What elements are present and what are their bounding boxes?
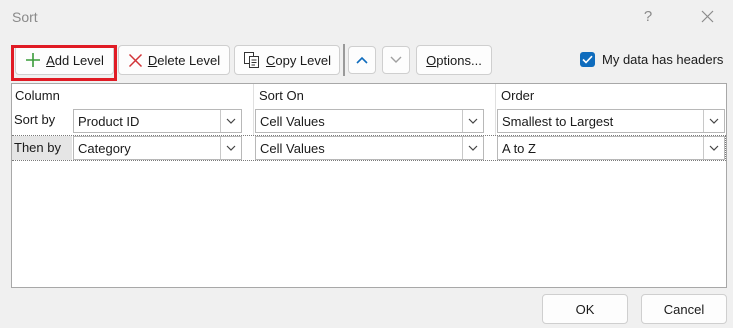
order-select[interactable]: Smallest to Largest — [497, 109, 725, 133]
sort-on-select-value: Cell Values — [260, 113, 325, 129]
chevron-down-icon — [390, 56, 402, 63]
chevron-up-icon — [356, 56, 368, 64]
column-header: Column — [15, 88, 60, 103]
copy-level-button[interactable]: Copy Level — [234, 45, 340, 75]
sort-on-select[interactable]: Cell Values — [255, 109, 484, 133]
copy-icon — [243, 51, 261, 69]
cancel-button[interactable]: Cancel — [641, 294, 727, 324]
delete-level-label: Delete Level — [147, 52, 221, 68]
help-button[interactable]: ? — [636, 6, 660, 28]
column-divider — [253, 84, 254, 136]
sort-level-label: Then by — [12, 136, 72, 160]
options-button[interactable]: Options... — [416, 45, 492, 75]
copy-level-label: Copy Level — [265, 52, 332, 68]
checkmark-icon — [582, 55, 593, 64]
order-select-value: A to Z — [502, 140, 536, 156]
headers-checkbox[interactable] — [580, 52, 595, 67]
dialog-title: Sort — [12, 9, 38, 25]
chevron-down-icon — [462, 110, 483, 132]
chevron-down-icon — [462, 137, 483, 159]
order-header: Order — [501, 88, 535, 103]
sort-level-label: Sort by — [14, 112, 56, 127]
chevron-down-icon — [703, 137, 724, 159]
options-label: Options... — [426, 52, 482, 68]
order-select-value: Smallest to Largest — [502, 113, 614, 129]
add-level-highlight — [11, 45, 117, 81]
cancel-label: Cancel — [663, 301, 705, 317]
sort-on-select-value: Cell Values — [260, 140, 325, 156]
sort-on-header: Sort On — [259, 88, 304, 103]
sort-on-select[interactable]: Cell Values — [255, 136, 484, 160]
headers-checkbox-label[interactable]: My data has headers — [602, 52, 723, 67]
toolbar-separator — [343, 44, 345, 76]
close-icon — [701, 10, 713, 23]
column-select[interactable]: Category — [73, 136, 242, 160]
column-select-value: Product ID — [78, 113, 140, 129]
order-select[interactable]: A to Z — [497, 136, 725, 160]
column-select-value: Category — [78, 140, 131, 156]
column-divider — [495, 84, 496, 136]
ok-button[interactable]: OK — [542, 294, 628, 324]
close-button[interactable] — [693, 6, 721, 28]
move-down-button[interactable] — [382, 46, 410, 74]
delete-level-button[interactable]: Delete Level — [118, 45, 230, 75]
chevron-down-icon — [220, 110, 241, 132]
move-up-button[interactable] — [348, 46, 376, 74]
ok-label: OK — [575, 301, 595, 317]
chevron-down-icon — [220, 137, 241, 159]
chevron-down-icon — [703, 110, 724, 132]
column-select[interactable]: Product ID — [73, 109, 242, 133]
delete-x-icon — [128, 53, 143, 68]
sort-levels-grid: Column Sort On Order Sort by Product ID … — [11, 83, 727, 288]
title-bar: Sort ? — [0, 0, 733, 34]
